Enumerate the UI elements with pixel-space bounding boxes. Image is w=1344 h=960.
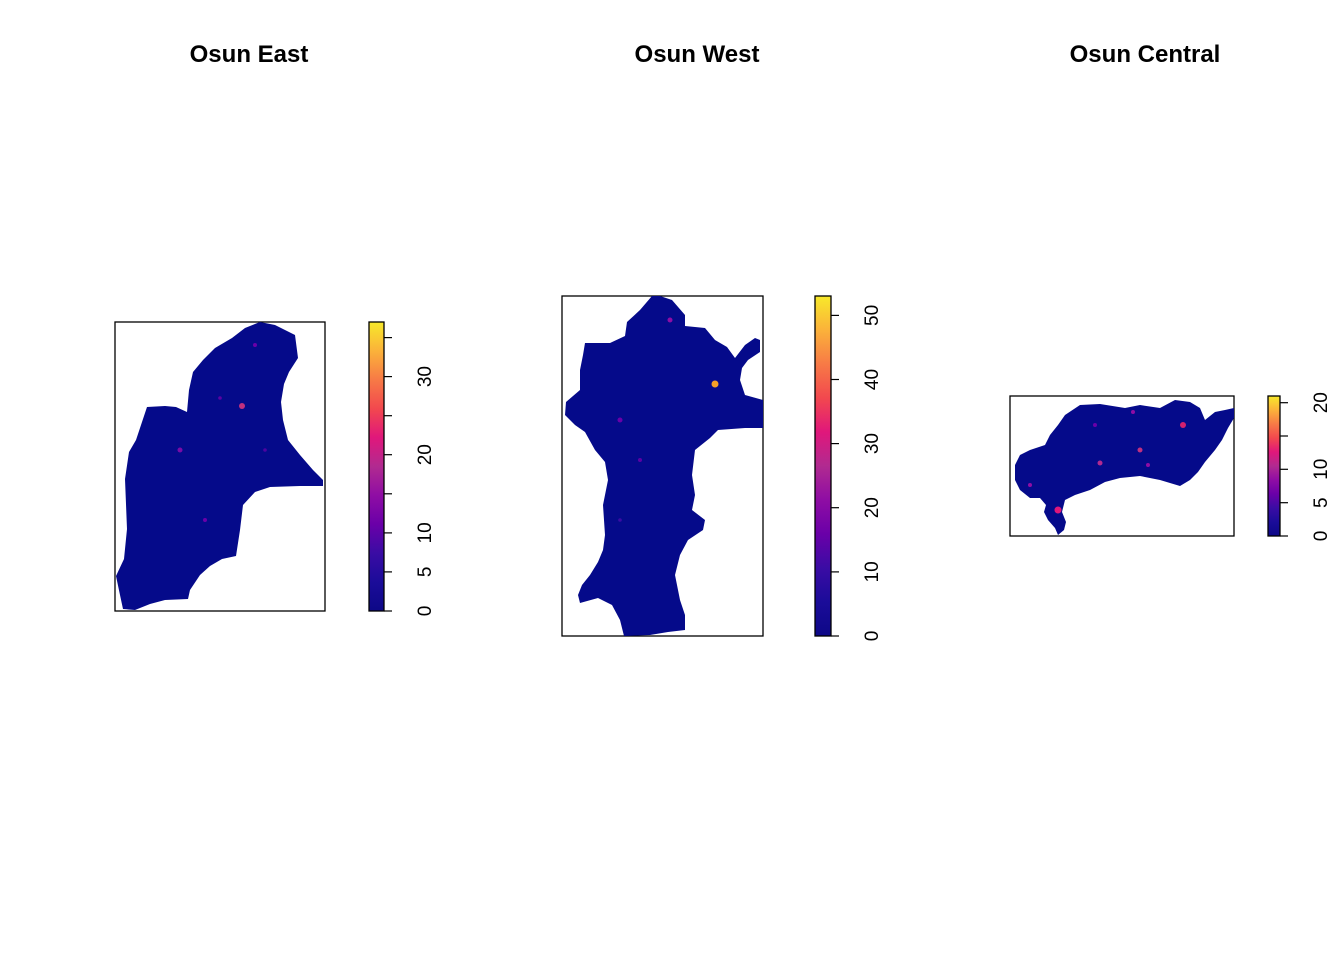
tick-label: 20 xyxy=(862,497,883,518)
tick-label: 10 xyxy=(862,561,883,582)
legend: 0 10 20 30 40 50 xyxy=(814,295,883,642)
hotspot xyxy=(1146,463,1150,467)
panel-osun-west: Osun West 0 10 20 30 40 50 xyxy=(561,41,883,642)
hotspot xyxy=(253,343,257,347)
panel-osun-east: Osun East 0 5 10 20 30 xyxy=(114,41,436,617)
tick-label: 5 xyxy=(415,567,436,578)
hotspot xyxy=(218,396,222,400)
legend-colorbar xyxy=(814,295,832,637)
legend-colorbar xyxy=(1267,395,1281,537)
legend-ticks xyxy=(384,337,392,612)
legend: 0 5 10 20 xyxy=(1267,392,1332,542)
tick-label: 30 xyxy=(415,366,436,387)
panel-title: Osun Central xyxy=(1070,41,1221,68)
hotspot xyxy=(1028,483,1032,487)
tick-label: 0 xyxy=(862,631,883,642)
hotspot xyxy=(1097,460,1103,466)
panel-osun-central: Osun Central 0 5 10 20 xyxy=(1009,41,1332,542)
hotspot xyxy=(177,447,183,453)
tick-label: 10 xyxy=(415,522,436,543)
hotspot xyxy=(1054,506,1062,514)
tick-label: 50 xyxy=(862,305,883,326)
hotspot xyxy=(1180,422,1186,428)
tick-label: 20 xyxy=(1311,392,1332,413)
legend-colorbar xyxy=(368,321,385,612)
hotspot xyxy=(667,317,673,323)
hotspot xyxy=(617,417,623,423)
hotspot xyxy=(203,518,207,522)
legend: 0 5 10 20 30 xyxy=(368,321,436,617)
tick-label: 40 xyxy=(862,369,883,390)
panel-title: Osun East xyxy=(190,41,309,68)
tick-label: 5 xyxy=(1311,497,1332,508)
hotspot xyxy=(711,380,719,388)
hotspot xyxy=(638,458,642,462)
tick-label: 30 xyxy=(862,433,883,454)
figure: Osun East 0 5 10 20 30 Osun West 0 10 20… xyxy=(114,41,1332,642)
hotspot xyxy=(618,518,622,522)
hotspot xyxy=(1093,423,1097,427)
hotspot xyxy=(263,448,267,452)
tick-label: 20 xyxy=(415,444,436,465)
tick-label: 0 xyxy=(415,606,436,617)
tick-label: 10 xyxy=(1311,459,1332,480)
hotspot xyxy=(1137,447,1143,453)
legend-ticks xyxy=(831,314,839,637)
panel-title: Osun West xyxy=(635,41,760,68)
legend-ticks xyxy=(1280,402,1288,537)
hotspot xyxy=(1131,410,1135,414)
hotspot xyxy=(239,403,245,409)
tick-label: 0 xyxy=(1311,531,1332,542)
